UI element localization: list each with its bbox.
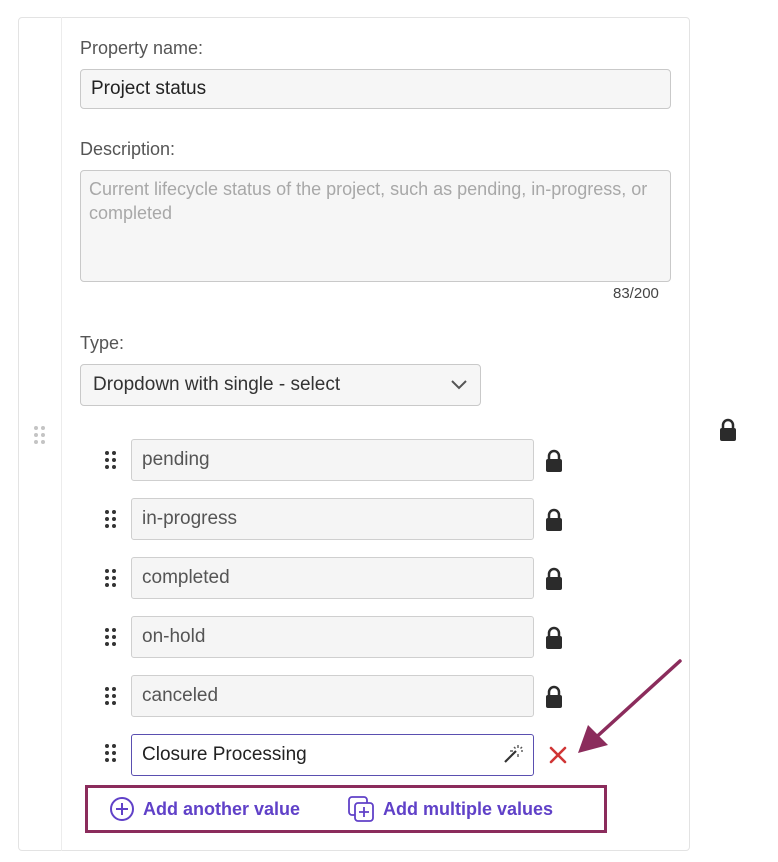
drag-handle-icon[interactable] (104, 627, 118, 647)
add-multiple-values-button[interactable]: Add multiple values (347, 795, 553, 823)
value-input[interactable]: on-hold (131, 616, 534, 658)
value-row: in-progress (100, 498, 580, 540)
plus-circle-icon (110, 797, 134, 821)
description-char-count: 83/200 (613, 285, 659, 302)
value-row-new: Closure Processing (100, 734, 580, 776)
delete-value-icon[interactable] (549, 746, 567, 764)
value-input[interactable]: completed (131, 557, 534, 599)
value-text: pending (142, 449, 210, 470)
value-text: on-hold (142, 626, 206, 647)
lock-icon[interactable] (544, 567, 564, 591)
value-text: in-progress (142, 508, 238, 529)
value-input[interactable]: canceled (131, 675, 534, 717)
value-text: completed (142, 567, 230, 588)
value-input[interactable]: pending (131, 439, 534, 481)
type-select[interactable]: Dropdown with single - select (80, 364, 481, 406)
annotation-arrow (578, 659, 682, 753)
magic-wand-icon[interactable] (502, 743, 524, 765)
drag-handle-icon[interactable] (104, 743, 118, 763)
add-multiple-values-label: Add multiple values (383, 798, 554, 819)
property-name-input[interactable]: Project status (80, 69, 671, 109)
type-label: Type: (80, 333, 125, 353)
description-textarea[interactable]: Current lifecycle status of the project,… (80, 170, 671, 282)
value-row: pending (100, 439, 580, 481)
type-select-value: Dropdown with single - select (93, 374, 341, 395)
lock-icon[interactable] (544, 685, 564, 709)
value-text: canceled (142, 685, 219, 706)
add-another-value-button[interactable]: Add another value (109, 796, 300, 822)
description-label: Description: (80, 139, 176, 159)
lock-icon[interactable] (544, 449, 564, 473)
add-another-value-label: Add another value (143, 798, 301, 819)
lock-icon[interactable] (544, 508, 564, 532)
new-value-text: Closure Processing (142, 744, 307, 765)
add-multiple-icon (348, 796, 374, 822)
card-drag-handle-icon[interactable] (33, 425, 47, 445)
drag-handle-icon[interactable] (104, 509, 118, 529)
value-row: canceled (100, 675, 580, 717)
new-value-input[interactable]: Closure Processing (131, 734, 534, 776)
chevron-down-icon (451, 380, 467, 390)
value-row: completed (100, 557, 580, 599)
property-lock-icon[interactable] (718, 418, 738, 442)
lock-icon[interactable] (544, 626, 564, 650)
drag-handle-icon[interactable] (104, 568, 118, 588)
value-input[interactable]: in-progress (131, 498, 534, 540)
value-row: on-hold (100, 616, 580, 658)
drag-handle-icon[interactable] (104, 450, 118, 470)
drag-handle-icon[interactable] (104, 686, 118, 706)
property-name-label: Property name: (80, 38, 204, 58)
